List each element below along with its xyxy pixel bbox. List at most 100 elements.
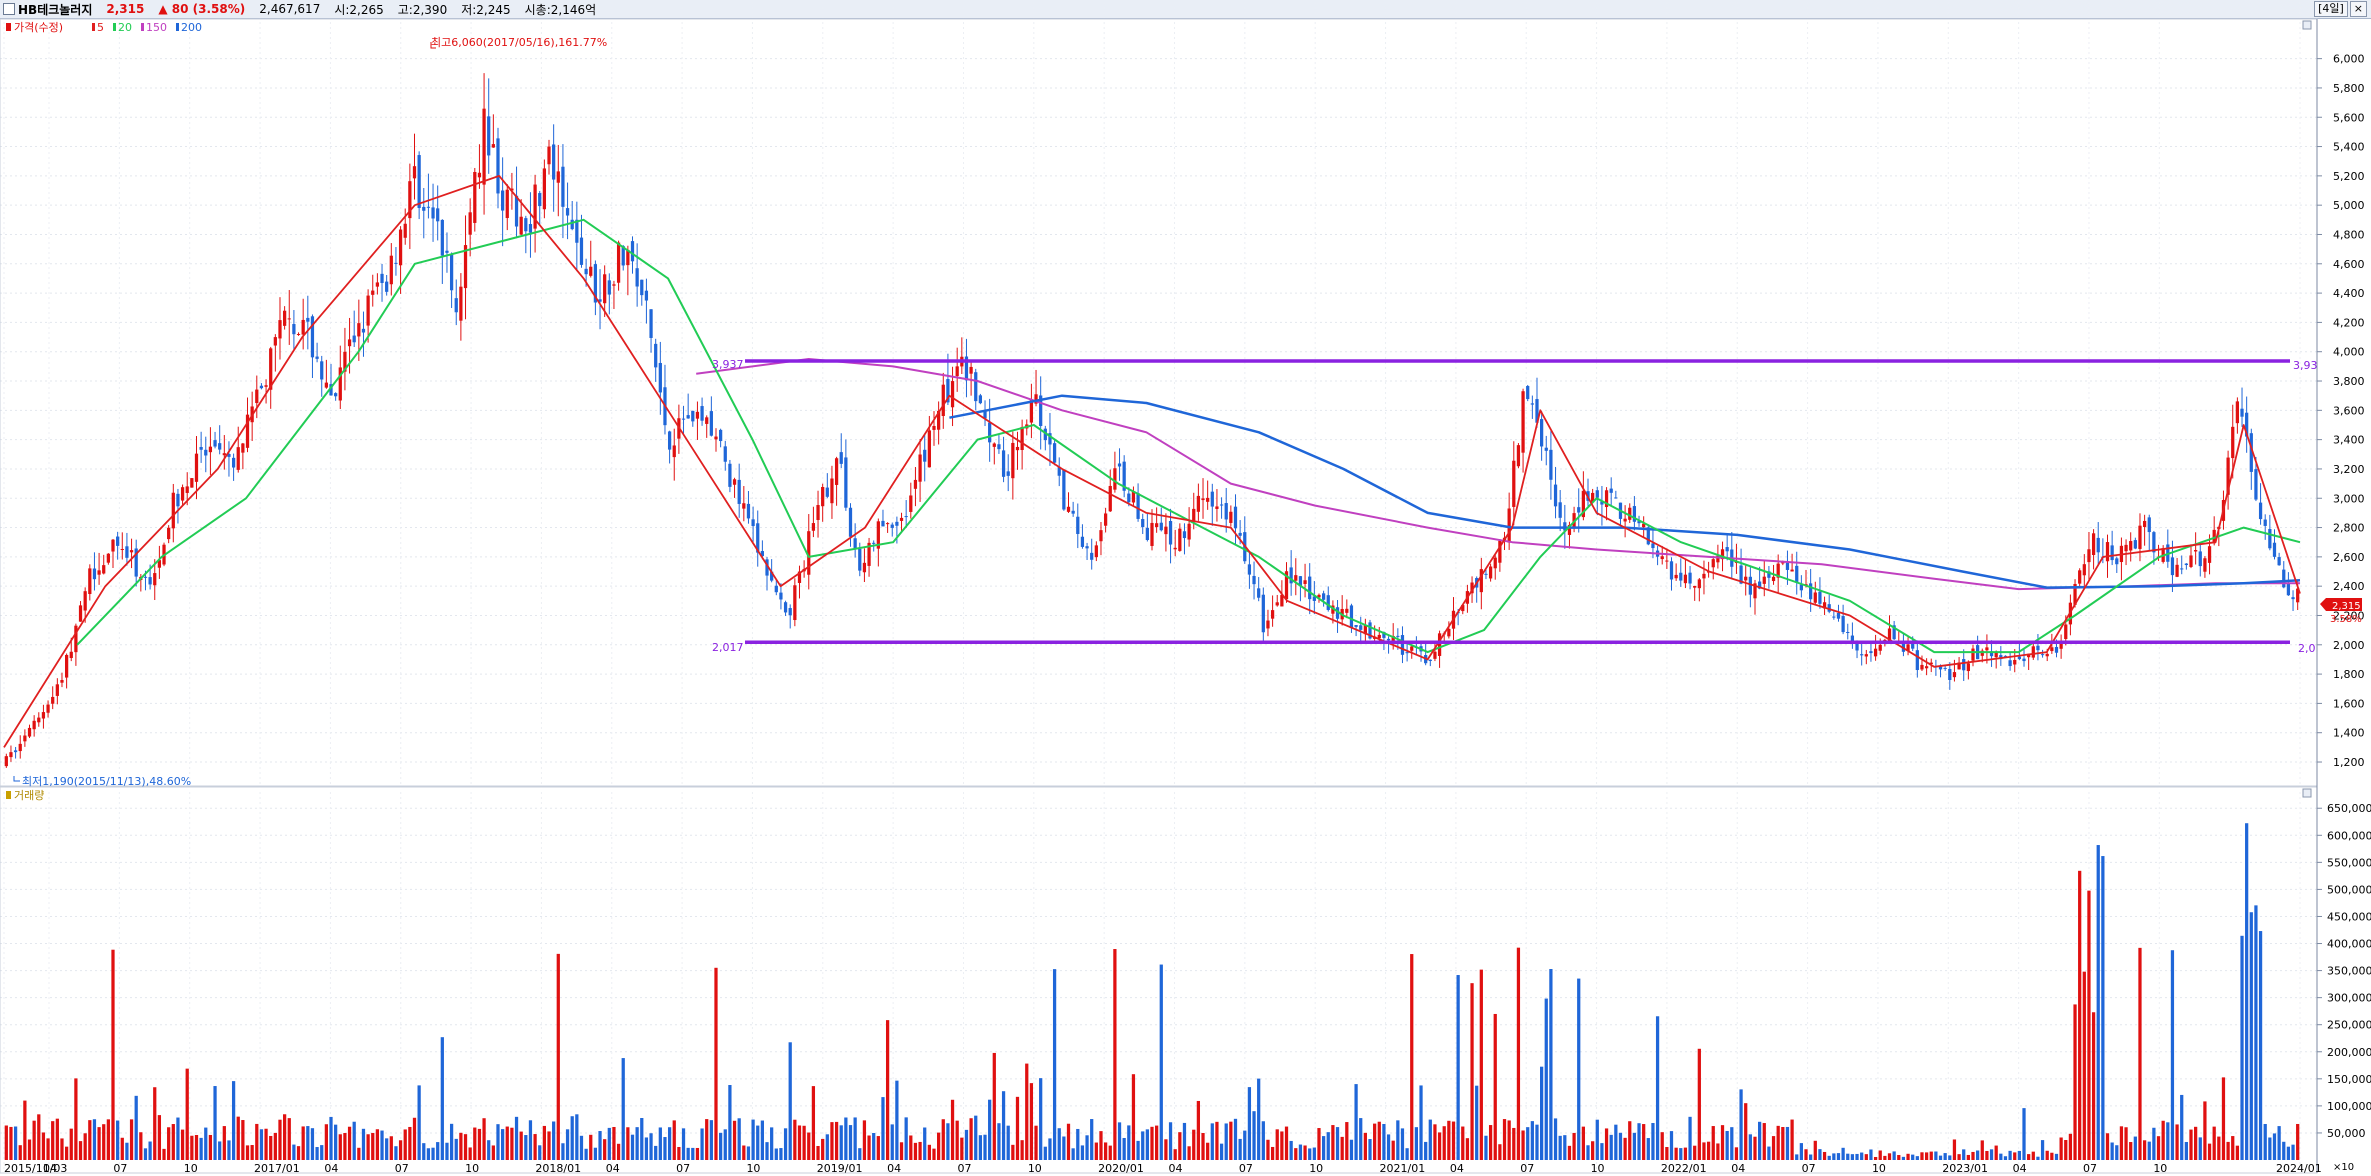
candle-body [1173,547,1177,550]
volume-bar [2296,1123,2300,1160]
volume-bar [1400,1128,1405,1160]
candle-body [2142,520,2147,527]
time-tick-label: 04 [1731,1162,1745,1175]
volume-bar [2156,1136,2161,1160]
volume-bar [431,1147,435,1160]
volume-bar [1697,1048,1701,1160]
candle-body [1071,510,1075,514]
volume-bar [1247,1087,1252,1160]
volume-bar [380,1130,384,1160]
candle-body [2022,658,2026,662]
volume-bar [1507,1120,1511,1160]
time-tick-label: 2019/01 [817,1162,863,1175]
candle-body [83,591,87,611]
volume-bar [1405,1148,1409,1160]
volume-bar [482,1118,486,1160]
volume-bar [1303,1145,1307,1160]
time-tick-label: 2022/01 [1661,1162,1707,1175]
volume-bar [1943,1153,1947,1160]
candle-body [46,704,50,713]
volume-bar [1832,1153,1836,1160]
legend-price-label: 가격(수정) [14,21,63,34]
time-tick-label: 2018/01 [535,1162,581,1175]
candle-body [1085,546,1089,549]
volume-bar [830,1122,834,1160]
volume-bar [593,1147,598,1160]
volume-bar [960,1137,964,1160]
volume-bar [783,1128,788,1160]
volume-bar [1298,1144,1303,1160]
volume-bar [2249,912,2253,1160]
candle-body [992,443,996,447]
volume-bar [575,1114,579,1160]
volume-bar [1131,1074,1136,1160]
candle-body [890,524,894,528]
volume-bar [1632,1132,1637,1160]
candle-body [885,523,890,525]
candle-body [1971,648,1975,661]
volume-bar [2235,1145,2240,1160]
volume-bar [2045,1150,2049,1160]
volume-bar [1623,1137,1627,1160]
volume-bar [366,1134,370,1160]
price-panel-resize-handle[interactable] [2302,20,2312,30]
candle-body [1201,498,1205,501]
volume-bar [426,1148,431,1160]
volume-bar [528,1120,533,1160]
candle-body [2203,558,2207,572]
volume-bar [2291,1144,2295,1160]
volume-bar [1901,1156,1906,1160]
candle-body [1437,633,1442,656]
volume-bar [1349,1139,1354,1160]
candle-body [1229,511,1233,523]
volume-bar [241,1120,245,1160]
legend-ma-label: 20 [118,21,132,34]
candle-body [1771,576,1776,582]
volume-bar [1312,1147,1316,1160]
volume-bar [839,1125,843,1160]
volume-bar [760,1120,764,1160]
volume-bar [1168,1122,1173,1160]
candle-body [1711,559,1715,568]
volume-bar [2231,1136,2235,1160]
volume-bar [1164,1139,1168,1160]
candle-body [793,585,797,621]
candle-body [2050,647,2054,652]
volume-bar [338,1134,342,1160]
volume-bar [1952,1139,1957,1160]
candle-body [1693,585,1697,588]
volume-bar [1141,1131,1145,1160]
volume-bar [1771,1136,1776,1160]
volume-bar [1442,1126,1446,1160]
volume-bar [1521,1130,1525,1160]
candle-body [658,362,662,393]
volume-bar [46,1138,50,1160]
volume-bar [18,1145,22,1160]
candle-body [431,207,435,219]
volume-bar [1758,1121,1762,1160]
candle-body [422,206,426,211]
volume-bar [1577,978,1581,1160]
volume-bar [978,1135,983,1160]
volume-bar [1966,1154,1970,1160]
candle-body [1219,504,1224,506]
candle-body [199,446,203,450]
volume-bar [2054,1153,2059,1160]
volume-bar [1669,1131,1674,1160]
volume-tick-label: 200,000 [2327,1046,2371,1059]
volume-panel-resize-handle[interactable] [2302,788,2312,798]
volume-bar [1734,1147,1739,1160]
volume-bar [946,1123,950,1160]
volume-bar [27,1139,32,1160]
volume-bar [1530,1121,1534,1160]
last-percent-tag: 3.58% [2330,614,2362,625]
volume-bar [788,1042,792,1160]
candle-body [491,144,495,148]
volume-bar [1326,1132,1330,1160]
time-tick-label: 10 [184,1162,198,1175]
volume-bar [1076,1128,1080,1160]
volume-tick-label: 600,000 [2327,829,2371,842]
candle-body [514,195,519,227]
volume-bar [51,1121,55,1160]
candle-body [213,440,217,447]
